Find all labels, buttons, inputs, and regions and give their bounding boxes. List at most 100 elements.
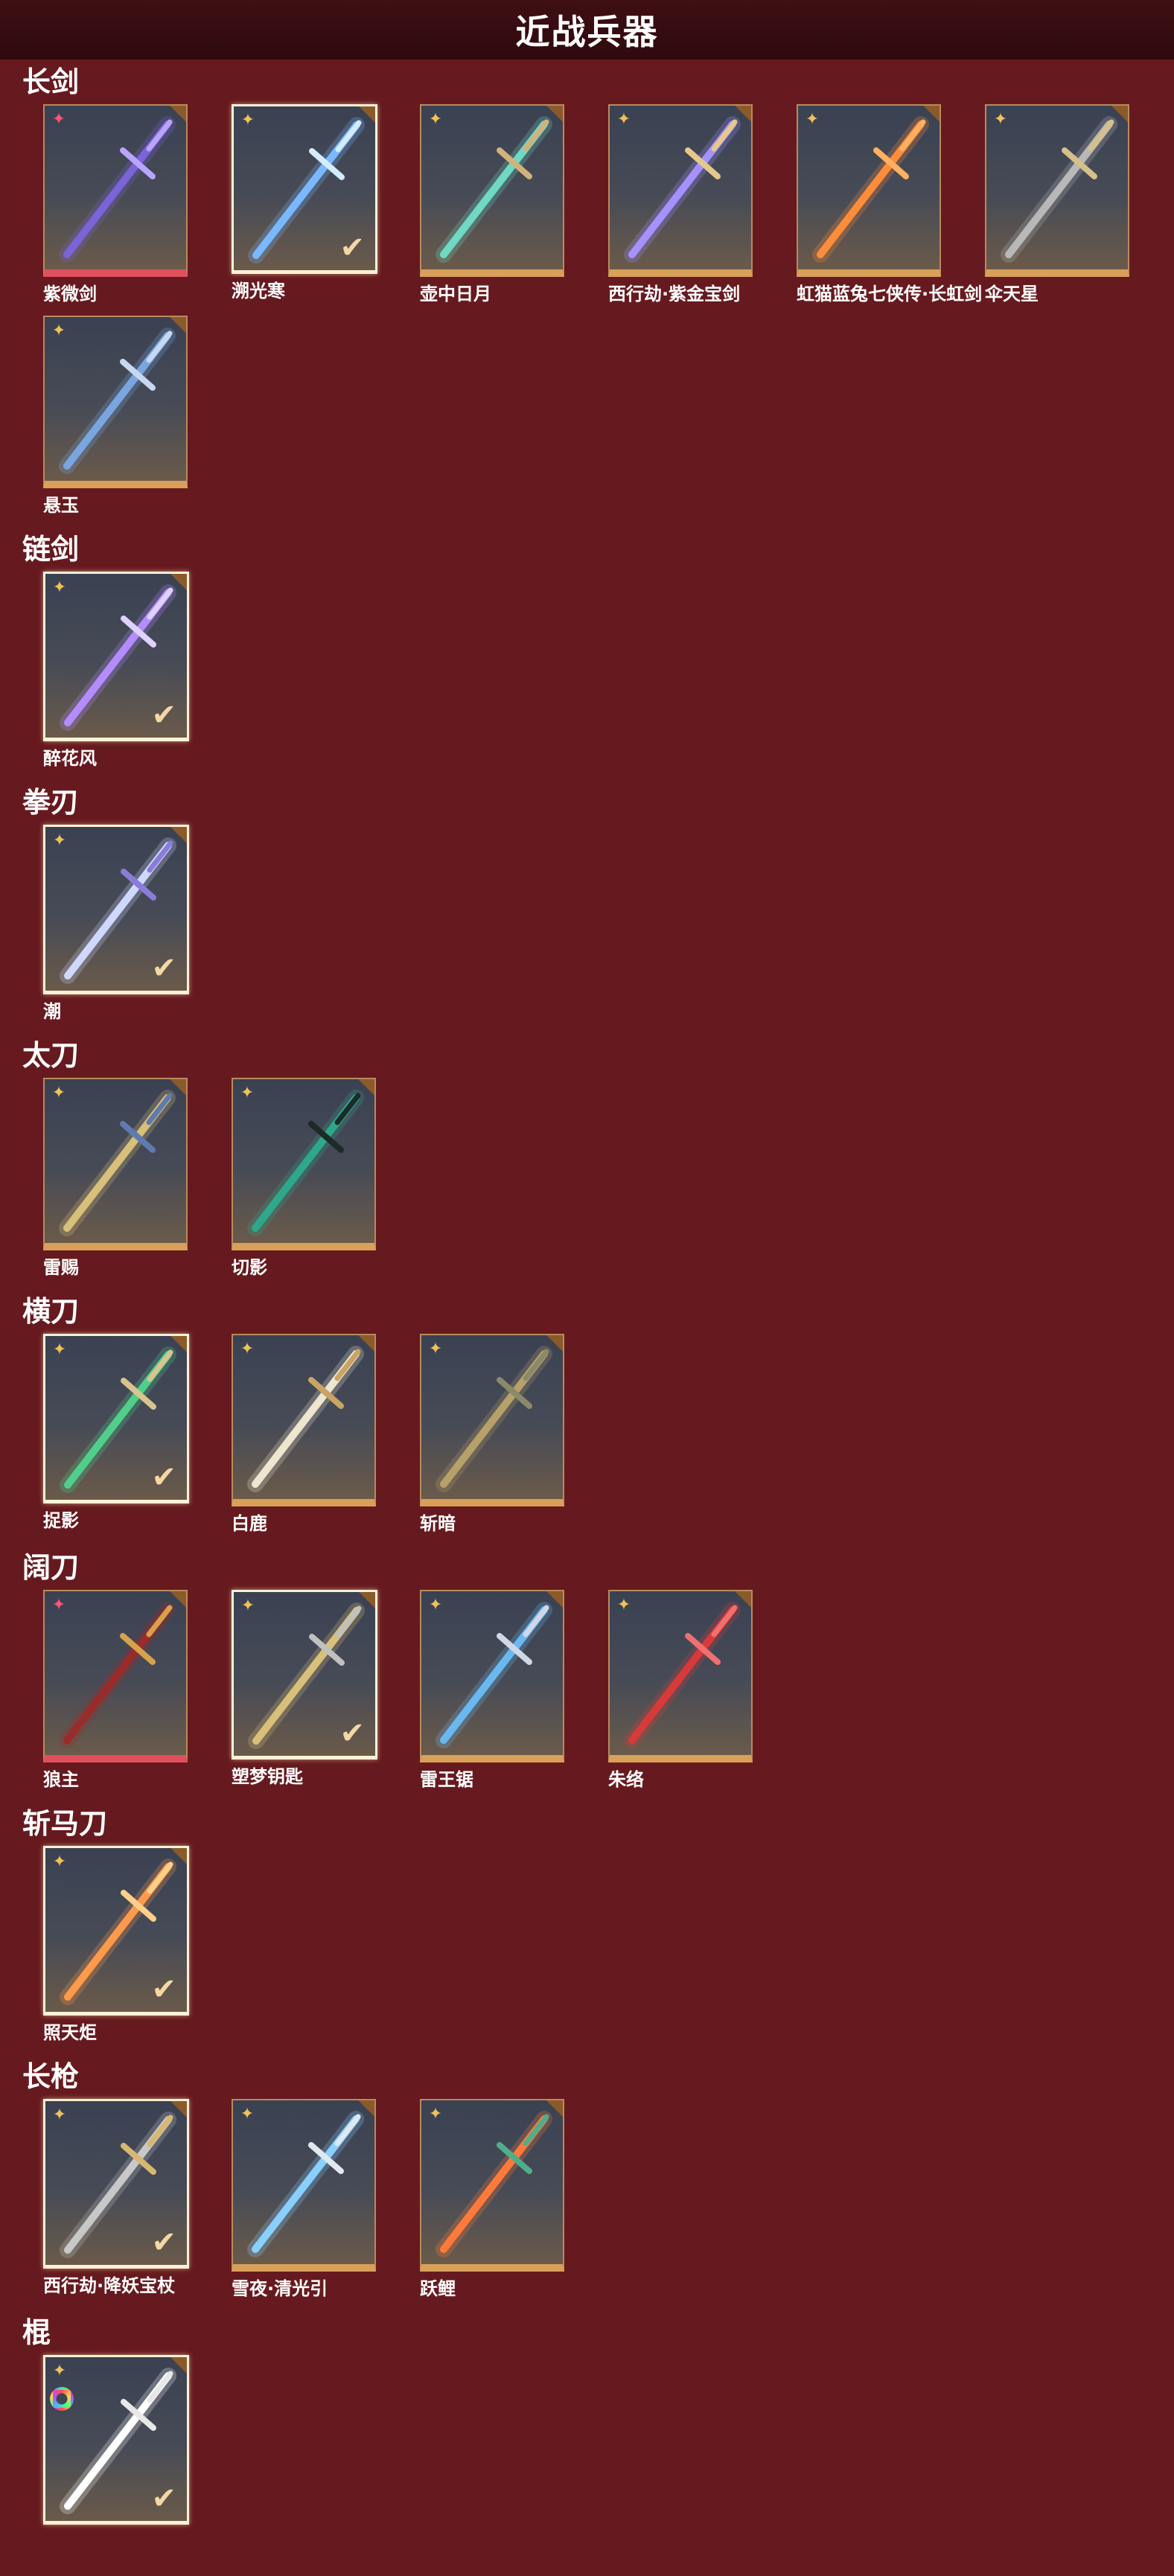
weapon-thumbnail[interactable]: ✦ ✔ [43,572,189,741]
star-badge-icon: ✦ [52,2106,67,2124]
weapon-thumbnail[interactable]: ✦ [43,104,188,277]
corner-tab-icon [1111,106,1128,122]
weapon-card[interactable]: ✦ 雷赐 [43,1078,188,1279]
weapon-thumbnail[interactable]: ✦ ✔ [43,1334,189,1503]
weapon-image [436,2111,552,2257]
weapon-thumbnail[interactable]: ✦ ✔ [43,2355,189,2525]
weapon-image [624,1602,741,1748]
star-badge-icon: ✦ [428,1596,443,1614]
weapon-image [59,327,176,474]
weapon-thumbnail[interactable]: ✦ [797,104,941,277]
weapon-card[interactable]: ✦ 悬玉 [43,316,188,517]
weapon-thumbnail[interactable]: ✦ [420,2099,564,2272]
weapon-thumbnail[interactable]: ✦ [232,2099,376,2272]
weapon-image [436,116,552,263]
weapon-name: 捉影 [43,1510,79,1531]
corner-tab-icon [546,1591,563,1608]
weapon-grid: ✦ ✔ [22,2355,1174,2563]
weapon-card[interactable]: ✦ ✔ 照天炬 [43,1846,189,2044]
weapon-name: 雪夜·清光引 [232,2278,328,2299]
corner-tab-icon [546,106,563,122]
weapon-name: 照天炬 [43,2022,97,2043]
section-title: 长枪 [22,2060,80,2093]
weapon-card[interactable]: ✦ 雪夜·清光引 [232,2099,376,2300]
section-title: 横刀 [22,1295,80,1328]
weapon-card[interactable]: ✦ 紫微剑 [43,104,188,305]
checkmark-icon: ✔ [151,2481,176,2516]
star-badge-icon: ✦ [51,1596,66,1614]
weapon-image [59,116,176,263]
weapon-section: 链剑 ✦ ✔ 醉花风 [0,527,1174,780]
weapon-card[interactable]: ✦ 西行劫·紫金宝剑 [608,104,753,305]
weapon-card[interactable]: ✦ 雷王锯 [420,1590,564,1791]
weapon-card[interactable]: ✦ ✔ 醉花风 [43,572,189,770]
weapon-image [59,1602,176,1748]
weapon-card[interactable]: ✦ 虹猫蓝兔七侠传·长虹剑 [797,104,982,305]
weapon-card[interactable]: ✦ 狼主 [43,1590,188,1791]
star-badge-icon: ✦ [805,110,820,129]
weapon-name: 溯光寒 [232,281,285,301]
star-badge-icon: ✦ [52,1340,67,1359]
weapon-thumbnail[interactable]: ✦ [420,1334,564,1506]
star-badge-icon: ✦ [428,2105,443,2123]
weapon-name: 白鹿 [232,1513,267,1534]
star-badge-icon: ✦ [51,110,66,129]
section-title: 链剑 [22,533,80,566]
weapon-thumbnail[interactable]: ✦ ✔ [43,825,189,994]
weapon-card[interactable]: ✦ 壶中日月 [420,104,564,305]
weapon-thumbnail[interactable]: ✦ [43,1078,188,1250]
weapon-image [624,116,741,263]
weapon-thumbnail[interactable]: ✦ [985,104,1129,277]
weapon-thumbnail[interactable]: ✦ [608,104,753,277]
corner-tab-icon [735,106,751,122]
weapon-thumbnail[interactable]: ✦ ✔ [232,104,377,274]
weapon-sections: 长剑 ✦ 紫微剑 ✦ ✔ 溯光寒 ✦ 壶中日月 ✦ 西行劫·紫金宝剑 ✦ 虹猫蓝兔七侠传·长虹剑 ✦ 伞天… [0,60,1174,2563]
weapon-card[interactable]: ✦ ✔ 溯光寒 [232,104,377,305]
weapon-card[interactable]: ✦ ✔ 捉影 [43,1334,189,1535]
weapon-card[interactable]: ✦ 切影 [232,1078,376,1279]
weapon-card[interactable]: ✦ ✔ 塑梦钥匙 [232,1590,377,1791]
weapon-image [247,1346,364,1492]
corner-tab-icon [170,827,187,843]
weapon-thumbnail[interactable]: ✦ [420,1590,564,1762]
weapon-card[interactable]: ✦ ✔ 西行劫·降妖宝杖 [43,2099,189,2300]
weapon-section: 太刀 ✦ 雷赐 ✦ 切影 [0,1033,1174,1289]
weapon-section: 棍 ✦ ✔ [0,2310,1174,2563]
weapon-thumbnail[interactable]: ✦ [43,316,188,488]
weapon-grid: ✦ ✔ 醉花风 [22,572,1174,780]
weapon-image [59,1090,176,1236]
weapon-card[interactable]: ✦ 斩暗 [420,1334,564,1535]
weapon-grid: ✦ ✔ 潮 [22,825,1174,1033]
weapon-thumbnail[interactable]: ✦ [608,1590,753,1762]
rainbow-ring-icon [50,2387,74,2411]
weapon-section: 长枪 ✦ ✔ 西行劫·降妖宝杖 ✦ 雪夜·清光引 ✦ 跃鲤 [0,2054,1174,2310]
weapon-image [436,1346,552,1492]
star-badge-icon: ✦ [240,1340,255,1358]
weapon-card[interactable]: ✦ 白鹿 [232,1334,376,1535]
page-title: 近战兵器 [515,12,659,52]
checkmark-icon: ✔ [151,2225,176,2260]
weapon-name: 壶中日月 [420,284,491,304]
weapon-grid: ✦ ✔ 捉影 ✦ 白鹿 ✦ 斩暗 [22,1334,1174,1545]
weapon-name [43,2531,188,2553]
weapon-card[interactable]: ✦ ✔ 潮 [43,825,189,1023]
weapon-section: 阔刀 ✦ 狼主 ✦ ✔ 塑梦钥匙 ✦ 雷王锯 ✦ 朱络 [0,1545,1174,1801]
weapon-thumbnail[interactable]: ✦ [43,1590,188,1762]
weapon-card[interactable]: ✦ 伞天星 [985,104,1129,305]
star-badge-icon: ✦ [240,2105,255,2123]
weapon-card[interactable]: ✦ 跃鲤 [420,2099,564,2300]
weapon-section: 拳刃 ✦ ✔ 潮 [0,780,1174,1033]
weapon-grid: ✦ 雷赐 ✦ 切影 [22,1078,1174,1289]
weapon-name: 悬玉 [43,495,79,516]
weapon-thumbnail[interactable]: ✦ [232,1334,376,1506]
weapon-thumbnail[interactable]: ✦ [232,1078,376,1250]
weapon-image [436,1602,552,1748]
weapon-card[interactable]: ✦ ✔ [43,2355,189,2553]
weapon-card[interactable]: ✦ 朱络 [608,1590,753,1791]
weapon-thumbnail[interactable]: ✦ ✔ [232,1590,377,1760]
weapon-thumbnail[interactable]: ✦ ✔ [43,1846,189,2016]
weapon-thumbnail[interactable]: ✦ [420,104,564,277]
weapon-thumbnail[interactable]: ✦ ✔ [43,2099,189,2269]
corner-tab-icon [170,2101,187,2118]
section-title: 拳刃 [22,786,80,819]
